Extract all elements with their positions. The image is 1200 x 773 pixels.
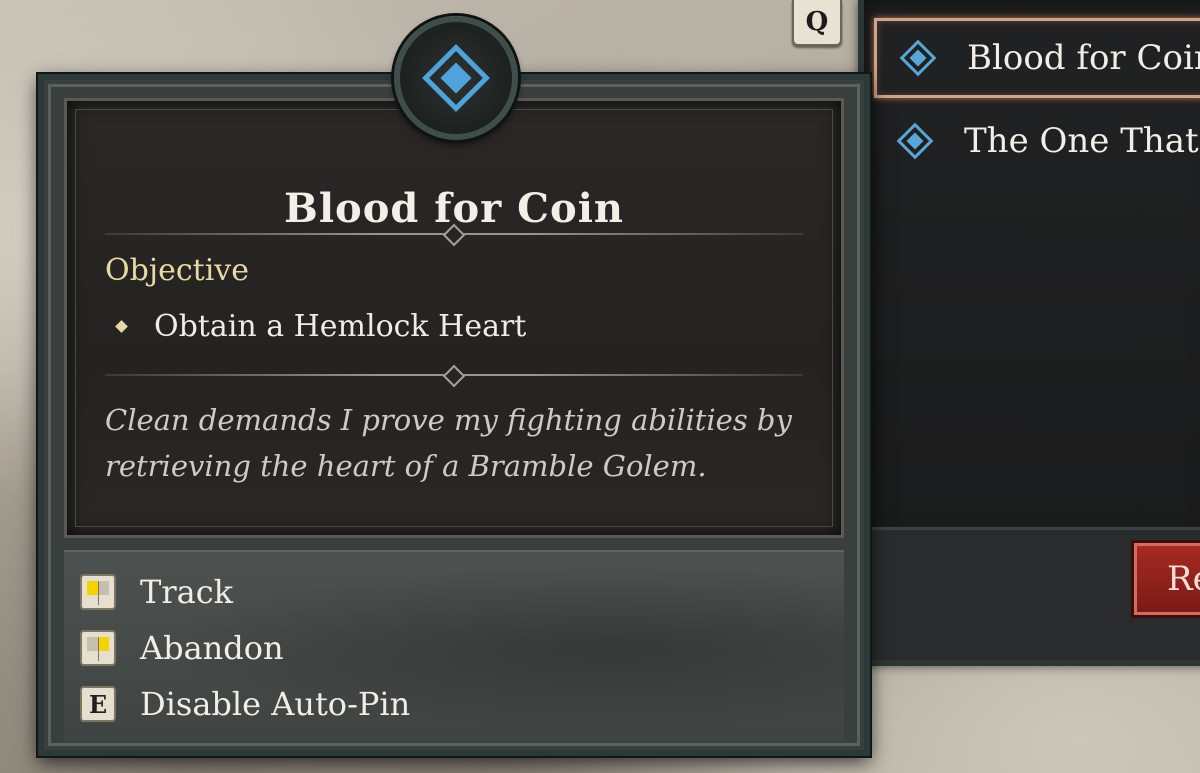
disable-auto-pin-action[interactable]: E Disable Auto-Pin [80,680,410,728]
objective-text: Obtain a Hemlock Heart [154,309,527,344]
e-key-icon: E [80,686,116,722]
abandon-label: Abandon [140,629,284,667]
action-list: Track Abandon E Disable Auto-Pin [64,550,844,742]
quest-list-item-blood-for-coin[interactable]: Blood for Coin [874,18,1200,98]
quest-description: Clean demands I prove my fighting abilit… [105,403,792,483]
ornament-divider [105,364,803,388]
track-action[interactable]: Track [80,568,233,616]
abandon-action[interactable]: Abandon [80,624,284,672]
quest-list-item-label: Blood for Coin [967,38,1200,78]
quest-tooltip: Blood for Coin Objective Obtain a Hemloc… [38,74,870,756]
mouse-left-click-icon [80,574,116,610]
quest-medallion [394,16,518,140]
reward-button[interactable]: Re [1134,543,1200,615]
quest-diamond-icon [422,44,490,112]
disable-auto-pin-label: Disable Auto-Pin [140,685,411,723]
mouse-right-click-icon [80,630,116,666]
quest-diamond-icon [899,39,937,77]
quest-details: Blood for Coin Objective Obtain a Hemloc… [64,98,844,538]
ornament-divider [105,223,803,247]
objective-item: Obtain a Hemlock Heart [115,309,527,344]
diamond-bullet-icon [115,320,128,333]
reward-button-label: Re [1167,559,1200,599]
objective-heading: Objective [105,253,250,288]
quest-list-item-label: The One That G [964,121,1200,161]
quest-diamond-icon [896,122,934,160]
q-hotkey-badge: Q [792,0,842,46]
track-label: Track [140,573,234,611]
quest-list-item-the-one-that[interactable]: The One That G [874,104,1200,178]
